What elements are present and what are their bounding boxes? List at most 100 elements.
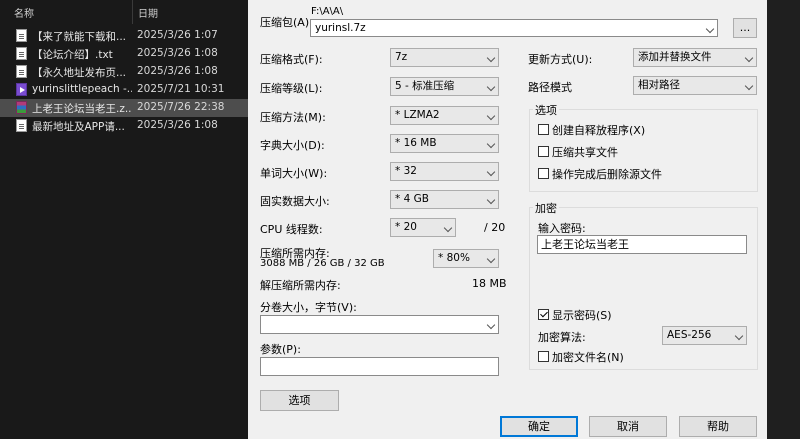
archive-file-icon: [16, 101, 27, 114]
file-date: 2025/3/26 1:07: [137, 29, 218, 41]
sfx-label[interactable]: 创建自释放程序(X): [552, 122, 645, 138]
encryption-group-title: 加密: [533, 200, 559, 216]
text-file-icon: [16, 119, 27, 132]
background-strip: [767, 0, 800, 439]
method-select[interactable]: * LZMA2: [390, 106, 499, 125]
password-input[interactable]: 上老王论坛当老王: [537, 235, 747, 254]
archive-name-value: yurinsl.7z: [315, 22, 366, 34]
dict-label: 字典大小(D):: [260, 139, 325, 152]
file-date: 2025/3/26 1:08: [137, 65, 218, 77]
file-name: 上老王论坛当老王.z...: [32, 103, 132, 115]
path-mode-value: 相对路径: [638, 79, 680, 91]
file-name: 【来了就能下载和...: [32, 31, 127, 43]
help-button[interactable]: 帮助: [679, 416, 757, 437]
text-file-icon: [16, 29, 27, 42]
options-button[interactable]: 选项: [260, 390, 339, 411]
encrypt-names-label[interactable]: 加密文件名(N): [552, 349, 624, 365]
video-file-icon: [16, 83, 27, 96]
delete-after-checkbox[interactable]: [538, 168, 549, 179]
volume-size-combo[interactable]: [260, 315, 499, 334]
format-select[interactable]: 7z: [390, 48, 499, 67]
chevron-down-icon: [486, 53, 496, 63]
update-mode-value: 添加并替换文件: [638, 51, 712, 63]
chevron-down-icon: [486, 254, 496, 264]
word-label: 单词大小(W):: [260, 167, 328, 180]
file-name: yurinslittlepeach -...: [32, 83, 132, 95]
column-header-date[interactable]: 日期: [138, 5, 158, 20]
params-input[interactable]: [260, 357, 499, 376]
chevron-down-icon: [486, 320, 496, 330]
method-value: * LZMA2: [395, 109, 440, 121]
shared-files-checkbox[interactable]: [538, 146, 549, 157]
chevron-down-icon: [486, 139, 496, 149]
file-row[interactable]: yurinslittlepeach -... 2025/7/21 10:31: [0, 81, 248, 99]
file-row[interactable]: 【来了就能下载和... 2025/3/26 1:07: [0, 27, 248, 45]
level-select[interactable]: 5 - 标准压缩: [390, 77, 499, 96]
chevron-down-icon: [486, 167, 496, 177]
decompress-memory-value: 18 MB: [472, 277, 507, 290]
column-separator[interactable]: [132, 0, 133, 24]
update-mode-label: 更新方式(U):: [528, 53, 593, 66]
file-name: 【论坛介绍】.txt: [32, 49, 113, 61]
memory-value: * 80%: [438, 252, 470, 264]
cpu-threads-select[interactable]: * 20: [390, 218, 456, 237]
text-file-icon: [16, 47, 27, 60]
decompress-memory-label: 解压缩所需内存:: [260, 279, 341, 292]
chevron-down-icon: [705, 24, 715, 34]
cpu-label: CPU 线程数:: [260, 223, 323, 236]
file-date: 2025/7/26 22:38: [137, 101, 225, 113]
cancel-button[interactable]: 取消: [589, 416, 667, 437]
archive-label: 压缩包(A):: [260, 16, 313, 29]
solid-value: * 4 GB: [395, 193, 429, 205]
method-label: 压缩方法(M):: [260, 111, 326, 124]
encrypt-names-checkbox[interactable]: [538, 351, 549, 362]
params-label: 参数(P):: [260, 343, 301, 356]
dict-value: * 16 MB: [395, 137, 437, 149]
update-mode-select[interactable]: 添加并替换文件: [633, 48, 757, 67]
shared-files-label[interactable]: 压缩共享文件: [552, 144, 618, 160]
options-group-title: 选项: [533, 102, 559, 118]
encryption-method-label: 加密算法:: [538, 331, 586, 344]
archive-name-combo[interactable]: yurinsl.7z: [310, 19, 718, 37]
file-date: 2025/7/21 10:31: [137, 83, 225, 95]
word-value: * 32: [395, 165, 417, 177]
chevron-down-icon: [744, 81, 754, 91]
solid-select[interactable]: * 4 GB: [390, 190, 499, 209]
file-name: 【永久地址发布页...: [32, 67, 127, 79]
delete-after-label[interactable]: 操作完成后删除源文件: [552, 166, 662, 182]
file-date: 2025/3/26 1:08: [137, 119, 218, 131]
ok-button[interactable]: 确定: [500, 416, 578, 437]
browse-button[interactable]: ...: [733, 18, 757, 38]
memory-usage-select[interactable]: * 80%: [433, 249, 499, 268]
file-row-selected[interactable]: 上老王论坛当老王.z... 2025/7/26 22:38: [0, 99, 248, 117]
file-row[interactable]: 最新地址及APP请... 2025/3/26 1:08: [0, 117, 248, 135]
chevron-down-icon: [486, 195, 496, 205]
cpu-value: * 20: [395, 221, 417, 233]
show-password-label[interactable]: 显示密码(S): [552, 307, 612, 323]
encryption-method-select[interactable]: AES-256: [662, 326, 747, 345]
sfx-checkbox[interactable]: [538, 124, 549, 135]
level-label: 压缩等级(L):: [260, 82, 323, 95]
dict-select[interactable]: * 16 MB: [390, 134, 499, 153]
password-label: 输入密码:: [538, 222, 586, 235]
chevron-down-icon: [443, 223, 453, 233]
memory-detail: 3088 MB / 26 GB / 32 GB: [260, 258, 385, 269]
format-value: 7z: [395, 51, 408, 63]
level-value: 5 - 标准压缩: [395, 80, 455, 92]
file-row[interactable]: 【论坛介绍】.txt 2025/3/26 1:08: [0, 45, 248, 63]
file-row[interactable]: 【永久地址发布页... 2025/3/26 1:08: [0, 63, 248, 81]
file-explorer-pane: 名称 日期 【来了就能下载和... 2025/3/26 1:07 【论坛介绍】.…: [0, 0, 248, 439]
path-mode-select[interactable]: 相对路径: [633, 76, 757, 95]
encryption-method-value: AES-256: [667, 329, 712, 341]
add-to-archive-dialog: 压缩包(A): F:\A\A\ yurinsl.7z ... 压缩格式(F): …: [248, 0, 767, 439]
volume-label: 分卷大小，字节(V):: [260, 301, 357, 314]
file-name: 最新地址及APP请...: [32, 121, 125, 133]
cpu-total: / 20: [484, 221, 506, 234]
format-label: 压缩格式(F):: [260, 53, 323, 66]
show-password-checkbox[interactable]: [538, 309, 549, 320]
column-header-name[interactable]: 名称: [14, 5, 34, 20]
archive-path: F:\A\A\: [311, 6, 344, 17]
word-select[interactable]: * 32: [390, 162, 499, 181]
solid-label: 固实数据大小:: [260, 195, 330, 208]
path-mode-label: 路径模式: [528, 81, 572, 94]
